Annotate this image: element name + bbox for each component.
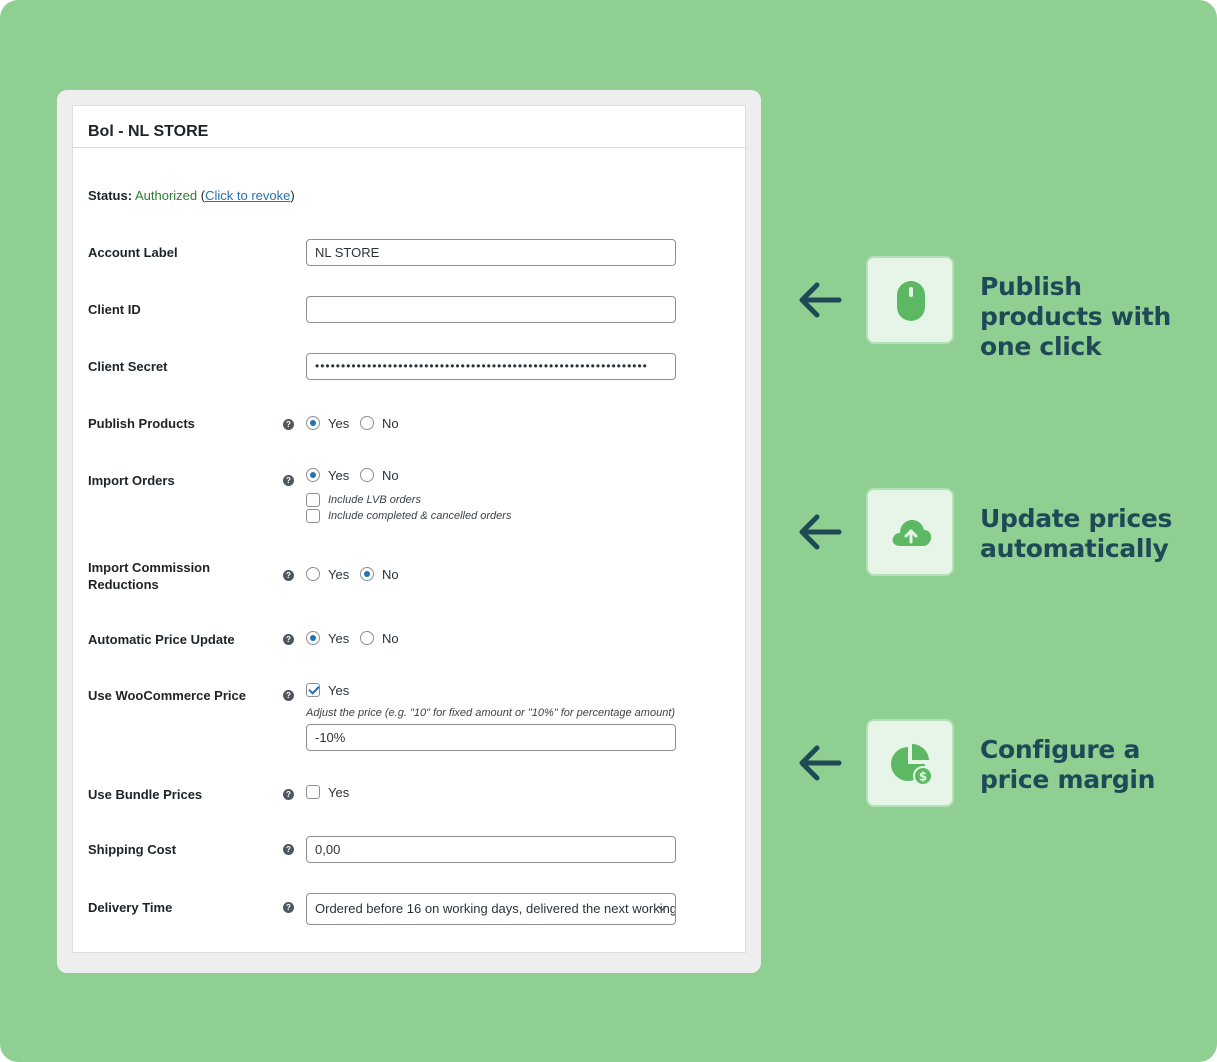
include-lvb-checkbox[interactable] [306,493,320,507]
auto-price-no-radio[interactable] [360,631,374,645]
status-label: Status: [88,188,133,203]
include-completed-checkbox[interactable] [306,509,320,523]
panel-title: Bol - NL STORE [88,123,209,140]
woo-price-yes-checkbox[interactable] [306,683,320,697]
import-commission-no-label: No [382,567,399,582]
shipping-cost-input[interactable]: 0,00 [306,836,676,863]
import-commission-yes-radio[interactable] [306,567,320,581]
feature-prices: Update prices automatically [797,488,1197,578]
client-id-label: Client ID [88,302,141,317]
help-icon[interactable]: ? [283,789,294,800]
publish-products-yes-label: Yes [328,416,350,431]
feature-title: Update prices automatically [980,504,1173,563]
import-commission-label: Import Commission Reductions [88,560,211,592]
feature-margin: $ Configure a price margin [797,719,1197,809]
bundle-prices-label: Use Bundle Prices [88,787,203,802]
import-orders-no-radio[interactable] [360,468,374,482]
settings-card-frame: Bol - NL STORE Status: Authorized (Click… [57,90,761,973]
help-icon[interactable]: ? [283,419,294,430]
price-adjustment-input[interactable]: -10% [306,724,676,751]
mouse-icon [897,281,925,321]
status-line: Status: Authorized (Click to revoke) [88,188,295,203]
auto-price-label: Automatic Price Update [88,632,235,647]
account-label-label: Account Label [88,245,178,260]
woo-price-yes-label: Yes [328,683,350,698]
bundle-prices-checkbox[interactable] [306,785,320,799]
divider [73,147,747,148]
help-icon[interactable]: ? [283,844,294,855]
help-icon[interactable]: ? [283,570,294,581]
feature-title: Configure a price margin [980,735,1156,794]
delivery-time-select[interactable]: Ordered before 16 on working days, deliv… [306,893,676,925]
import-orders-no-label: No [382,468,399,483]
client-secret-input[interactable]: ••••••••••••••••••••••••••••••••••••••••… [306,353,676,380]
help-icon[interactable]: ? [283,902,294,913]
pie-chart-dollar-icon: $ [891,744,933,786]
delivery-time-label: Delivery Time [88,900,173,915]
import-commission-yes-label: Yes [328,567,350,582]
include-lvb-label: Include LVB orders [328,494,421,506]
publish-products-no-radio[interactable] [360,416,374,430]
woo-price-label: Use WooCommerce Price [88,688,246,703]
include-completed-label: Include completed & cancelled orders [328,510,512,522]
import-orders-yes-label: Yes [328,468,350,483]
import-orders-label: Import Orders [88,473,175,488]
auto-price-yes-label: Yes [328,631,350,646]
feature-title: Publish products with one click [980,272,1171,361]
settings-panel: Bol - NL STORE Status: Authorized (Click… [72,105,747,953]
status-value: Authorized [134,188,198,203]
feature-tile [866,256,954,344]
help-icon[interactable]: ? [283,634,294,645]
auto-price-no-label: No [382,631,399,646]
client-secret-label: Client Secret [88,359,168,374]
arrow-left-icon [799,514,842,550]
svg-text:$: $ [919,770,927,784]
arrow-left-icon [799,282,842,318]
publish-products-no-label: No [382,416,399,431]
feature-tile: $ [866,719,954,807]
shipping-cost-label: Shipping Cost [88,842,177,857]
import-commission-no-radio[interactable] [360,567,374,581]
account-label-input[interactable]: NL STORE [306,239,676,266]
revoke-link[interactable]: Click to revoke [205,188,290,203]
chevron-down-icon [657,894,667,924]
help-icon[interactable]: ? [283,690,294,701]
publish-products-label: Publish Products [88,416,195,431]
publish-products-yes-radio[interactable] [306,416,320,430]
delivery-time-value: Ordered before 16 on working days, deliv… [315,901,676,916]
import-orders-yes-radio[interactable] [306,468,320,482]
help-icon[interactable]: ? [283,475,294,486]
status-paren-close: ) [290,188,295,203]
feature-publish: Publish products with one click [797,256,1197,361]
woo-price-hint: Adjust the price (e.g. "10" for fixed am… [306,707,676,719]
auto-price-yes-radio[interactable] [306,631,320,645]
client-id-input[interactable] [306,296,676,323]
cloud-upload-icon [892,520,932,546]
bundle-prices-yes-label: Yes [328,785,350,800]
feature-tile [866,488,954,576]
arrow-left-icon [799,745,842,781]
